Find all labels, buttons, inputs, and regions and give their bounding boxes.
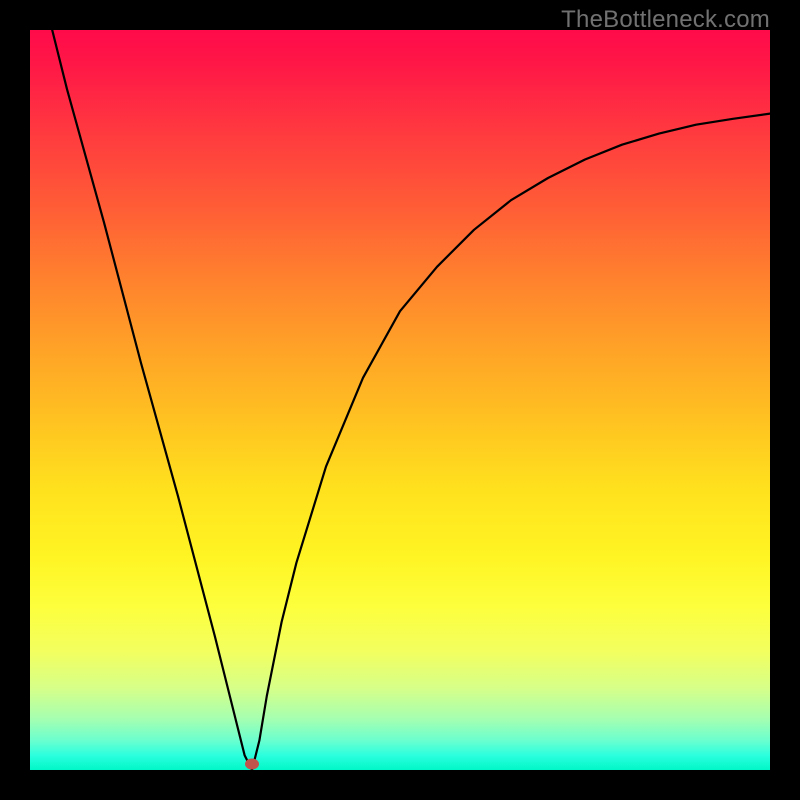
chart-curve	[30, 30, 770, 770]
curve-path	[52, 30, 770, 770]
chart-frame: TheBottleneck.com	[0, 0, 800, 800]
optimum-marker	[245, 759, 259, 770]
plot-area	[30, 30, 770, 770]
